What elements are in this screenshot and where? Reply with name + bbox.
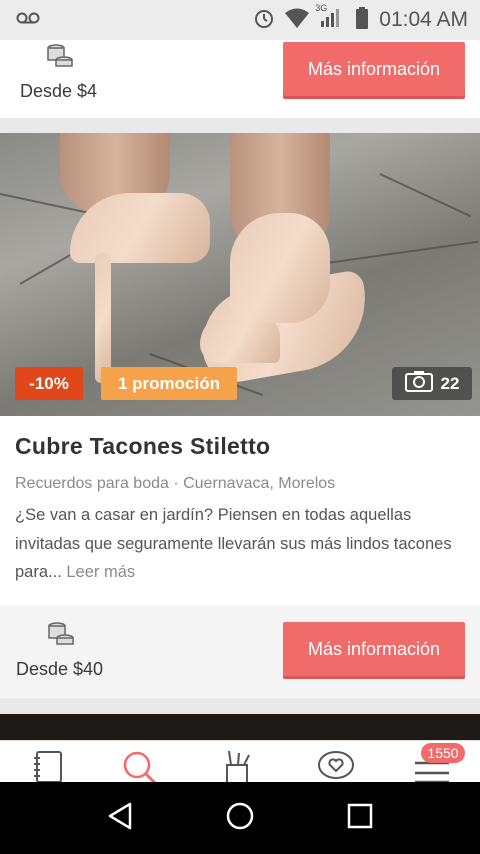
promotion-badge[interactable]: 1 promoción: [101, 367, 237, 400]
price-label: Desde $4: [20, 81, 98, 101]
next-listing-photo[interactable]: [0, 714, 480, 740]
price-label: Desde $40: [16, 659, 104, 679]
read-more-link[interactable]: Leer más: [66, 563, 135, 581]
more-info-button[interactable]: Más información: [283, 42, 465, 96]
wifi-icon: [285, 8, 310, 33]
nav-messages[interactable]: [316, 749, 356, 782]
price-block: Desde $40: [16, 620, 103, 680]
status-bar: 3G 01:04 AM: [0, 0, 480, 40]
more-info-button[interactable]: Más información: [283, 622, 465, 676]
listing-footer: Desde $40 Más información: [0, 606, 480, 698]
notification-badge: 1550: [421, 743, 465, 763]
nav-tools[interactable]: [218, 749, 258, 782]
alarm-icon: [253, 7, 275, 34]
chat-heart-icon: [317, 749, 355, 782]
listing-card[interactable]: -10% 1 promoción 22 Cubre Tacones Stilet…: [0, 133, 480, 698]
network-label: 3G: [315, 2, 328, 13]
status-right: 3G 01:04 AM: [253, 3, 468, 34]
status-time: 01:04 AM: [379, 8, 468, 31]
price-block: Desde $4: [20, 42, 97, 102]
notebook-icon: [31, 749, 65, 782]
voicemail-icon: [16, 11, 40, 30]
discount-badge: -10%: [15, 367, 83, 400]
photo-count: 22: [440, 373, 460, 393]
bottom-navigation: 1550: [0, 740, 480, 782]
listing-description: ¿Se van a casar en jardín? Piensen en to…: [15, 501, 465, 587]
system-navigation-bar: [0, 782, 480, 854]
search-icon: [121, 749, 159, 782]
listing-card-previous: Desde $4 Más información: [0, 40, 480, 118]
photo-count-badge[interactable]: 22: [392, 367, 472, 400]
home-icon[interactable]: [225, 801, 255, 836]
coins-icon: [45, 620, 75, 653]
listing-meta: Recuerdos para boda · Cuernavaca, Morelo…: [15, 475, 336, 492]
tools-icon: [221, 749, 255, 782]
nav-search[interactable]: [120, 749, 160, 782]
recents-icon[interactable]: [346, 802, 374, 835]
camera-icon: [404, 370, 433, 397]
coins-icon: [44, 42, 74, 75]
signal-icon: 3G: [315, 3, 345, 34]
listing-title[interactable]: Cubre Tacones Stiletto: [15, 433, 270, 460]
back-icon[interactable]: [106, 801, 134, 836]
nav-notebook[interactable]: [28, 749, 68, 782]
battery-icon: [355, 6, 369, 34]
